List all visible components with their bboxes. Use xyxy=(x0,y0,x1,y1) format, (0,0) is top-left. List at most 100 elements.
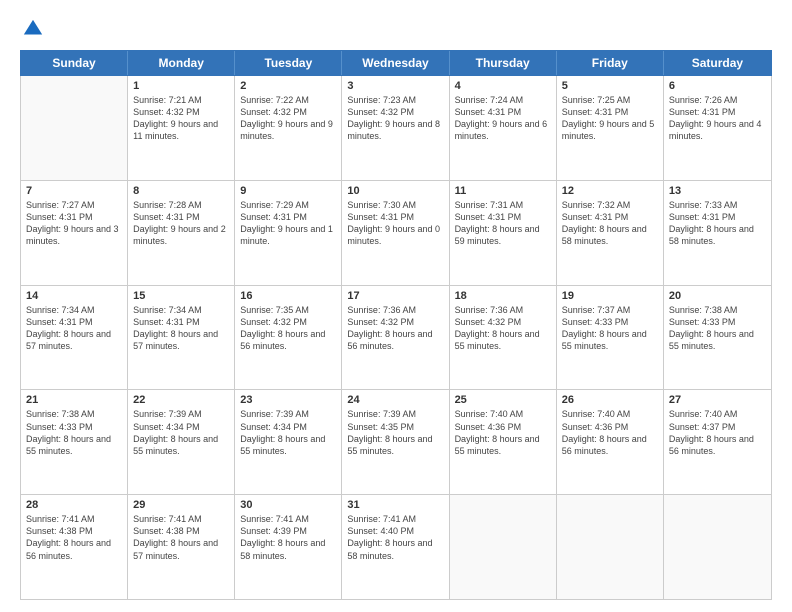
cal-cell-5-6 xyxy=(557,495,664,599)
cal-cell-2-4: 10 Sunrise: 7:30 AMSunset: 4:31 PMDayligh… xyxy=(342,181,449,285)
day-number: 15 xyxy=(133,290,229,302)
page: SundayMondayTuesdayWednesdayThursdayFrid… xyxy=(0,0,792,612)
cell-info: Sunrise: 7:38 AMSunset: 4:33 PMDaylight:… xyxy=(669,304,766,353)
header-cell-monday: Monday xyxy=(128,51,235,75)
cell-info: Sunrise: 7:41 AMSunset: 4:38 PMDaylight:… xyxy=(133,513,229,562)
cal-cell-4-5: 25Sunrise: 7:40 AMSunset: 4:36 PMDayligh… xyxy=(450,390,557,494)
cal-cell-3-1: 14Sunrise: 7:34 AMSunset: 4:31 PMDayligh… xyxy=(21,286,128,390)
week-row-2: 7 Sunrise: 7:27 AMSunset: 4:31 PMDaylight… xyxy=(21,181,771,286)
cell-info: Sunrise: 7:29 AMSunset: 4:31 PMDaylight:… xyxy=(240,199,336,248)
cal-cell-3-6: 19Sunrise: 7:37 AMSunset: 4:33 PMDayligh… xyxy=(557,286,664,390)
cell-info: Sunrise: 7:41 AMSunset: 4:38 PMDaylight:… xyxy=(26,513,122,562)
cell-info: Sunrise: 7:38 AMSunset: 4:33 PMDaylight:… xyxy=(26,408,122,457)
cal-cell-2-2: 8 Sunrise: 7:28 AMSunset: 4:31 PMDaylight… xyxy=(128,181,235,285)
cell-info: Sunrise: 7:39 AMSunset: 4:35 PMDaylight:… xyxy=(347,408,443,457)
cell-info: Sunrise: 7:35 AMSunset: 4:32 PMDaylight:… xyxy=(240,304,336,353)
calendar-body: 1 Sunrise: 7:21 AMSunset: 4:32 PMDaylight… xyxy=(20,76,772,600)
cell-info: Sunrise: 7:26 AMSunset: 4:31 PMDaylight:… xyxy=(669,94,766,143)
day-number: 30 xyxy=(240,499,336,511)
week-row-1: 1 Sunrise: 7:21 AMSunset: 4:32 PMDaylight… xyxy=(21,76,771,181)
cal-cell-5-5 xyxy=(450,495,557,599)
cell-info: Sunrise: 7:31 AMSunset: 4:31 PMDaylight:… xyxy=(455,199,551,248)
day-number: 5 xyxy=(562,80,658,92)
day-number: 11 xyxy=(455,185,551,197)
cell-info: Sunrise: 7:23 AMSunset: 4:32 PMDaylight:… xyxy=(347,94,443,143)
cell-info: Sunrise: 7:28 AMSunset: 4:31 PMDaylight:… xyxy=(133,199,229,248)
day-number: 22 xyxy=(133,394,229,406)
cal-cell-4-3: 23 Sunrise: 7:39 AMSunset: 4:34 PMDayligh… xyxy=(235,390,342,494)
cell-info: Sunrise: 7:40 AMSunset: 4:36 PMDaylight:… xyxy=(562,408,658,457)
week-row-5: 28 Sunrise: 7:41 AMSunset: 4:38 PMDayligh… xyxy=(21,495,771,599)
calendar: SundayMondayTuesdayWednesdayThursdayFrid… xyxy=(20,50,772,600)
cal-cell-2-6: 12 Sunrise: 7:32 AMSunset: 4:31 PMDayligh… xyxy=(557,181,664,285)
day-number: 18 xyxy=(455,290,551,302)
header-cell-sunday: Sunday xyxy=(21,51,128,75)
cell-info: Sunrise: 7:36 AMSunset: 4:32 PMDaylight:… xyxy=(347,304,443,353)
cell-info: Sunrise: 7:41 AMSunset: 4:39 PMDaylight:… xyxy=(240,513,336,562)
cal-cell-5-2: 29Sunrise: 7:41 AMSunset: 4:38 PMDayligh… xyxy=(128,495,235,599)
cal-cell-1-7: 6 Sunrise: 7:26 AMSunset: 4:31 PMDaylight… xyxy=(664,76,771,180)
cal-cell-5-7 xyxy=(664,495,771,599)
header xyxy=(20,18,772,40)
day-number: 21 xyxy=(26,394,122,406)
cal-cell-3-7: 20 Sunrise: 7:38 AMSunset: 4:33 PMDayligh… xyxy=(664,286,771,390)
header-cell-saturday: Saturday xyxy=(664,51,771,75)
day-number: 9 xyxy=(240,185,336,197)
week-row-3: 14 Sunrise: 7:34 AMSunset: 4:31 PMDayligh… xyxy=(21,286,771,391)
cell-info: Sunrise: 7:32 AMSunset: 4:31 PMDaylight:… xyxy=(562,199,658,248)
cal-cell-3-3: 16Sunrise: 7:35 AMSunset: 4:32 PMDayligh… xyxy=(235,286,342,390)
cell-info: Sunrise: 7:40 AMSunset: 4:37 PMDaylight:… xyxy=(669,408,766,457)
day-number: 31 xyxy=(347,499,443,511)
day-number: 24 xyxy=(347,394,443,406)
cell-info: Sunrise: 7:39 AMSunset: 4:34 PMDaylight:… xyxy=(240,408,336,457)
cell-info: Sunrise: 7:34 AMSunset: 4:31 PMDaylight:… xyxy=(133,304,229,353)
cell-info: Sunrise: 7:30 AMSunset: 4:31 PMDaylight:… xyxy=(347,199,443,248)
cal-cell-2-3: 9 Sunrise: 7:29 AMSunset: 4:31 PMDaylight… xyxy=(235,181,342,285)
day-number: 1 xyxy=(133,80,229,92)
cal-cell-5-1: 28 Sunrise: 7:41 AMSunset: 4:38 PMDayligh… xyxy=(21,495,128,599)
header-cell-thursday: Thursday xyxy=(450,51,557,75)
cal-cell-1-6: 5Sunrise: 7:25 AMSunset: 4:31 PMDaylight… xyxy=(557,76,664,180)
day-number: 23 xyxy=(240,394,336,406)
cal-cell-1-2: 1 Sunrise: 7:21 AMSunset: 4:32 PMDaylight… xyxy=(128,76,235,180)
cell-info: Sunrise: 7:24 AMSunset: 4:31 PMDaylight:… xyxy=(455,94,551,143)
cal-cell-4-1: 21 Sunrise: 7:38 AMSunset: 4:33 PMDayligh… xyxy=(21,390,128,494)
cal-cell-1-5: 4 Sunrise: 7:24 AMSunset: 4:31 PMDaylight… xyxy=(450,76,557,180)
week-row-4: 21 Sunrise: 7:38 AMSunset: 4:33 PMDayligh… xyxy=(21,390,771,495)
day-number: 28 xyxy=(26,499,122,511)
day-number: 26 xyxy=(562,394,658,406)
day-number: 20 xyxy=(669,290,766,302)
cell-info: Sunrise: 7:36 AMSunset: 4:32 PMDaylight:… xyxy=(455,304,551,353)
day-number: 13 xyxy=(669,185,766,197)
cell-info: Sunrise: 7:21 AMSunset: 4:32 PMDaylight:… xyxy=(133,94,229,143)
day-number: 4 xyxy=(455,80,551,92)
day-number: 14 xyxy=(26,290,122,302)
cell-info: Sunrise: 7:37 AMSunset: 4:33 PMDaylight:… xyxy=(562,304,658,353)
day-number: 2 xyxy=(240,80,336,92)
day-number: 8 xyxy=(133,185,229,197)
logo xyxy=(20,18,44,40)
calendar-header: SundayMondayTuesdayWednesdayThursdayFrid… xyxy=(20,50,772,76)
cell-info: Sunrise: 7:27 AMSunset: 4:31 PMDaylight:… xyxy=(26,199,122,248)
cell-info: Sunrise: 7:39 AMSunset: 4:34 PMDaylight:… xyxy=(133,408,229,457)
cal-cell-3-5: 18 Sunrise: 7:36 AMSunset: 4:32 PMDayligh… xyxy=(450,286,557,390)
cal-cell-1-4: 3 Sunrise: 7:23 AMSunset: 4:32 PMDaylight… xyxy=(342,76,449,180)
cell-info: Sunrise: 7:41 AMSunset: 4:40 PMDaylight:… xyxy=(347,513,443,562)
cal-cell-4-2: 22 Sunrise: 7:39 AMSunset: 4:34 PMDayligh… xyxy=(128,390,235,494)
cal-cell-4-6: 26 Sunrise: 7:40 AMSunset: 4:36 PMDayligh… xyxy=(557,390,664,494)
cell-info: Sunrise: 7:22 AMSunset: 4:32 PMDaylight:… xyxy=(240,94,336,143)
day-number: 12 xyxy=(562,185,658,197)
cell-info: Sunrise: 7:40 AMSunset: 4:36 PMDaylight:… xyxy=(455,408,551,457)
day-number: 7 xyxy=(26,185,122,197)
logo-icon xyxy=(22,18,44,40)
cell-info: Sunrise: 7:33 AMSunset: 4:31 PMDaylight:… xyxy=(669,199,766,248)
cal-cell-3-2: 15 Sunrise: 7:34 AMSunset: 4:31 PMDayligh… xyxy=(128,286,235,390)
header-cell-friday: Friday xyxy=(557,51,664,75)
cal-cell-5-4: 31 Sunrise: 7:41 AMSunset: 4:40 PMDayligh… xyxy=(342,495,449,599)
day-number: 6 xyxy=(669,80,766,92)
cal-cell-2-5: 11 Sunrise: 7:31 AMSunset: 4:31 PMDayligh… xyxy=(450,181,557,285)
cal-cell-1-3: 2 Sunrise: 7:22 AMSunset: 4:32 PMDaylight… xyxy=(235,76,342,180)
header-cell-tuesday: Tuesday xyxy=(235,51,342,75)
day-number: 10 xyxy=(347,185,443,197)
day-number: 3 xyxy=(347,80,443,92)
